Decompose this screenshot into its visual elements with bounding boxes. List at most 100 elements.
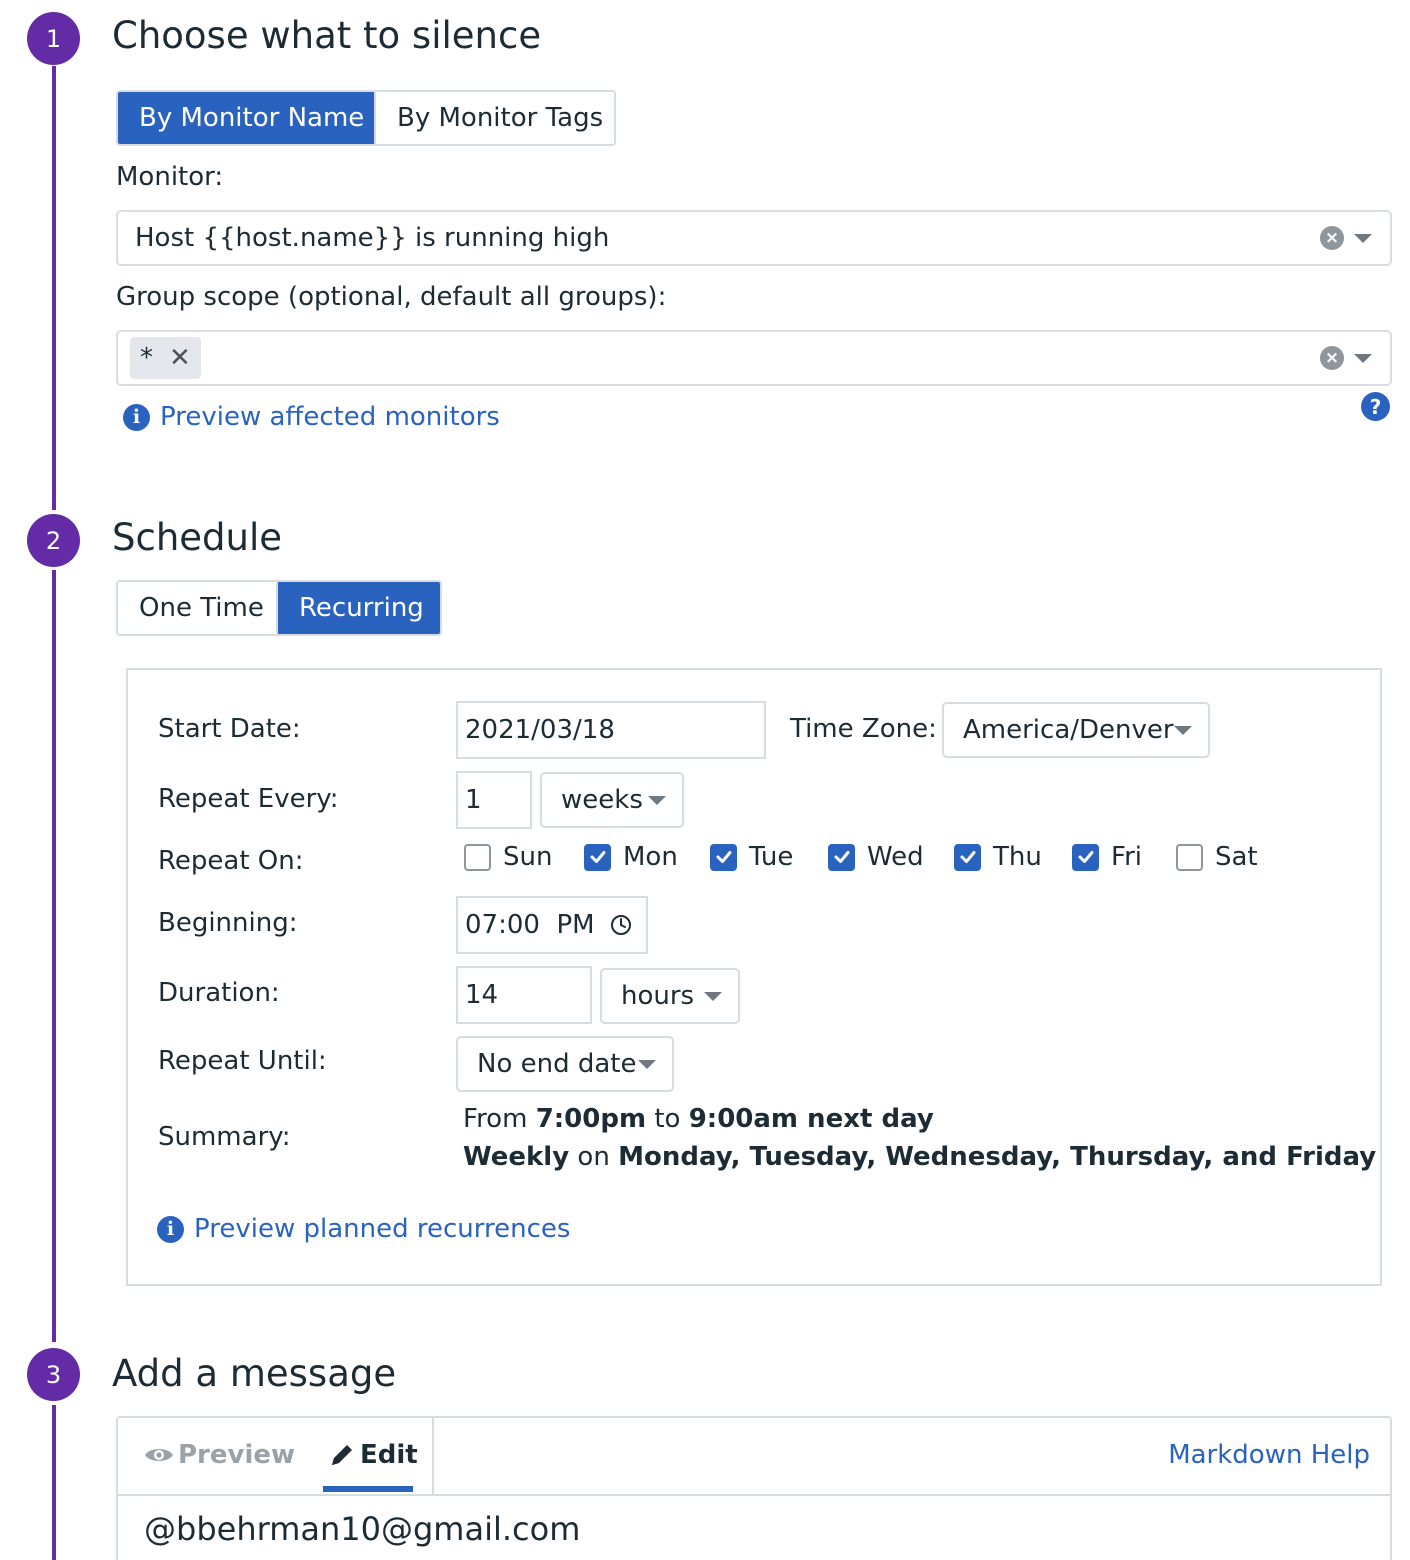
repeat-until-value: No end date <box>477 1049 637 1079</box>
beginning-label: Beginning: <box>158 908 298 938</box>
repeat-every-unit-value: weeks <box>561 785 643 815</box>
preview-tab-label: Preview <box>178 1440 296 1470</box>
group-scope-label: Group scope (optional, default all group… <box>116 282 667 312</box>
duration-unit-value: hours <box>621 981 695 1011</box>
eye-icon <box>145 1449 173 1461</box>
one-time-button[interactable]: One Time <box>118 582 276 634</box>
step-2-badge: 2 <box>27 514 80 567</box>
close-icon[interactable]: ✕ <box>169 343 191 373</box>
preview-tab[interactable]: Preview <box>144 1440 295 1470</box>
day-checkbox-fri[interactable]: Fri <box>1072 842 1142 872</box>
step-3-badge: 3 <box>27 1348 80 1401</box>
markdown-help-link[interactable]: Markdown Help <box>1168 1440 1370 1470</box>
repeat-every-label: Repeat Every: <box>158 784 339 814</box>
summary-line-2: Weekly on Monday, Tuesday, Wednesday, Th… <box>463 1142 1376 1172</box>
checkbox-icon[interactable] <box>1176 843 1203 871</box>
preview-affected-monitors-label: Preview affected monitors <box>160 402 500 432</box>
day-label: Fri <box>1111 842 1142 872</box>
day-checkbox-mon[interactable]: Mon <box>584 842 678 872</box>
group-scope-select[interactable]: * ✕ × <box>116 330 1392 386</box>
message-divider <box>118 1494 1390 1496</box>
monitor-label: Monitor: <box>116 162 224 192</box>
repeat-every-input[interactable]: 1 <box>456 771 532 829</box>
checkbox-icon[interactable] <box>954 843 981 871</box>
group-scope-tag-label: * <box>140 343 153 373</box>
step-1-badge: 1 <box>27 12 80 65</box>
monitor-select-value: Host {{host.name}} is running high <box>135 223 610 253</box>
summary-on: on <box>569 1142 619 1172</box>
start-date-input[interactable]: 2021/03/18 <box>456 701 766 759</box>
timeline-line-2 <box>52 570 56 1342</box>
duration-unit-select[interactable]: hours <box>600 968 740 1024</box>
help-icon[interactable]: ? <box>1361 392 1390 421</box>
summary-label: Summary: <box>158 1122 291 1152</box>
preview-planned-recurrences-link[interactable]: i Preview planned recurrences <box>157 1214 570 1244</box>
checkbox-icon[interactable] <box>710 843 737 871</box>
day-label: Sun <box>503 842 553 872</box>
message-textarea[interactable]: @bbehrman10@gmail.com <box>144 1510 580 1548</box>
day-checkbox-wed[interactable]: Wed <box>828 842 924 872</box>
time-zone-select[interactable]: America/Denver <box>942 702 1210 758</box>
summary-prefix: From <box>463 1104 536 1134</box>
clock-icon[interactable] <box>610 914 632 936</box>
edit-tab[interactable]: Edit <box>328 1440 418 1470</box>
chevron-down-icon[interactable] <box>1354 233 1372 243</box>
step-2-title: Schedule <box>112 516 283 559</box>
recurring-button[interactable]: Recurring <box>276 582 440 634</box>
duration-input[interactable]: 14 <box>456 966 592 1024</box>
summary-start-time: 7:00pm <box>535 1104 647 1134</box>
day-checkbox-tue[interactable]: Tue <box>710 842 793 872</box>
info-icon: i <box>123 403 150 431</box>
preview-affected-monitors-link[interactable]: i Preview affected monitors <box>123 402 500 432</box>
start-date-label: Start Date: <box>158 714 301 744</box>
chevron-down-icon[interactable] <box>1354 353 1372 363</box>
day-checkbox-sat[interactable]: Sat <box>1176 842 1258 872</box>
info-icon: i <box>157 1215 184 1243</box>
chevron-down-icon <box>648 795 666 805</box>
group-scope-tag: * ✕ <box>130 337 201 379</box>
chevron-down-icon <box>704 991 722 1001</box>
by-monitor-tags-button[interactable]: By Monitor Tags <box>374 92 614 144</box>
schedule-mode-toggle: One Time Recurring <box>116 580 442 636</box>
summary-days: Monday, Tuesday, Wednesday, Thursday, an… <box>618 1142 1377 1172</box>
day-label: Mon <box>623 842 678 872</box>
repeat-on-label: Repeat On: <box>158 846 304 876</box>
checkbox-icon[interactable] <box>464 843 491 871</box>
checkbox-icon[interactable] <box>1072 843 1099 871</box>
checkbox-icon[interactable] <box>584 843 611 871</box>
message-tabs: Preview Edit <box>118 1418 434 1494</box>
edit-tab-label: Edit <box>360 1440 418 1470</box>
summary-line-1: From 7:00pm to 9:00am next day <box>463 1104 934 1134</box>
beginning-time-input[interactable]: 07:00 PM <box>456 896 648 954</box>
repeat-until-label: Repeat Until: <box>158 1046 327 1076</box>
chevron-down-icon <box>638 1059 656 1069</box>
summary-to: to <box>646 1104 689 1134</box>
summary-end-time: 9:00am next day <box>688 1104 934 1134</box>
time-zone-value: America/Denver <box>963 715 1174 745</box>
silence-mode-toggle: By Monitor Name By Monitor Tags <box>116 90 616 146</box>
checkbox-icon[interactable] <box>828 843 855 871</box>
repeat-every-unit-select[interactable]: weeks <box>540 772 684 828</box>
by-monitor-name-button[interactable]: By Monitor Name <box>118 92 374 144</box>
day-label: Tue <box>749 842 794 872</box>
repeat-until-select[interactable]: No end date <box>456 1036 674 1092</box>
chevron-down-icon <box>1174 725 1192 735</box>
clear-icon[interactable]: × <box>1320 346 1344 370</box>
day-label: Sat <box>1215 842 1258 872</box>
day-label: Thu <box>993 842 1042 872</box>
duration-label: Duration: <box>158 978 280 1008</box>
time-zone-label: Time Zone: <box>790 714 937 744</box>
clear-icon[interactable]: × <box>1320 226 1344 250</box>
day-checkbox-sun[interactable]: Sun <box>464 842 552 872</box>
day-label: Wed <box>867 842 924 872</box>
monitor-select[interactable]: Host {{host.name}} is running high × <box>116 210 1392 266</box>
step-1-title: Choose what to silence <box>112 14 542 57</box>
day-checkbox-thu[interactable]: Thu <box>954 842 1042 872</box>
active-tab-indicator <box>323 1486 413 1492</box>
timeline-line-3 <box>52 1405 56 1560</box>
pencil-icon <box>332 1445 352 1465</box>
step-3-title: Add a message <box>112 1352 397 1395</box>
beginning-time-value: 07:00 PM <box>465 910 595 940</box>
preview-planned-recurrences-label: Preview planned recurrences <box>194 1214 571 1244</box>
message-editor: Preview Edit Markdown Help @bbehrman10@g… <box>116 1416 1392 1560</box>
